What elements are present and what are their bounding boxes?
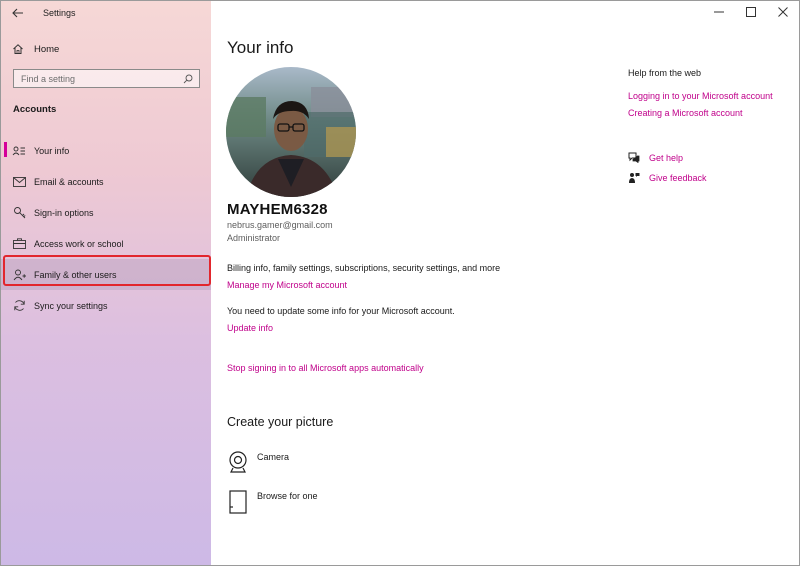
- sidebar: Settings Home Find a setting Accounts Yo…: [1, 1, 211, 565]
- help-panel: Help from the web Logging in to your Mic…: [628, 68, 798, 118]
- home-label: Home: [34, 43, 60, 55]
- sidebar-item-label: Access work or school: [34, 238, 124, 249]
- app-title: Settings: [43, 8, 76, 18]
- search-icon: [183, 74, 193, 84]
- camera-option[interactable]: Camera: [227, 451, 289, 475]
- update-info-link[interactable]: Update info: [227, 323, 273, 333]
- camera-icon: [227, 451, 249, 475]
- person-card-icon: [12, 144, 26, 158]
- sidebar-item-label: Email & accounts: [34, 176, 104, 187]
- sidebar-item-label: Family & other users: [34, 269, 117, 280]
- briefcase-icon: [12, 237, 26, 251]
- sidebar-item-label: Sync your settings: [34, 300, 108, 311]
- chat-help-icon: [628, 152, 640, 163]
- settings-window: Settings Home Find a setting Accounts Yo…: [0, 0, 800, 566]
- user-email: nebrus.gamer@gmail.com: [227, 220, 333, 230]
- page-title: Your info: [227, 38, 294, 57]
- create-picture-header: Create your picture: [227, 415, 334, 429]
- mail-icon: [12, 175, 26, 189]
- stop-signing-in-link[interactable]: Stop signing in to all Microsoft apps au…: [227, 363, 424, 373]
- sidebar-item-sync-settings[interactable]: Sync your settings: [1, 290, 211, 321]
- user-name: MAYHEM6328: [227, 201, 328, 218]
- sidebar-nav: Your info Email & accounts Sign-in optio…: [1, 135, 211, 321]
- help-link-creating-account[interactable]: Creating a Microsoft account: [628, 108, 798, 118]
- search-input[interactable]: Find a setting: [13, 69, 200, 88]
- get-help-link[interactable]: Get help: [628, 152, 683, 163]
- accounts-section-header: Accounts: [13, 104, 57, 115]
- give-feedback-link[interactable]: Give feedback: [628, 172, 707, 184]
- sidebar-item-family-other-users[interactable]: Family & other users: [1, 259, 211, 290]
- key-icon: [12, 206, 26, 220]
- manage-account-link[interactable]: Manage my Microsoft account: [227, 280, 347, 290]
- back-button[interactable]: [3, 1, 33, 25]
- home-nav[interactable]: Home: [11, 40, 59, 58]
- sync-icon: [12, 299, 26, 313]
- person-add-icon: [12, 268, 26, 282]
- search-placeholder: Find a setting: [21, 73, 76, 84]
- sidebar-item-sign-in-options[interactable]: Sign-in options: [1, 197, 211, 228]
- help-title: Help from the web: [628, 68, 702, 78]
- help-link-logging-in[interactable]: Logging in to your Microsoft account: [628, 91, 798, 101]
- sidebar-item-label: Your info: [34, 145, 70, 156]
- title-bar: Settings: [1, 1, 211, 25]
- sidebar-item-label: Sign-in options: [34, 207, 94, 218]
- update-info-text: You need to update some info for your Mi…: [227, 306, 455, 316]
- avatar: [226, 67, 356, 197]
- browse-option[interactable]: Browse for one: [227, 490, 318, 514]
- sidebar-item-your-info[interactable]: Your info: [1, 135, 211, 166]
- feedback-icon: [628, 172, 640, 184]
- user-role: Administrator: [227, 233, 281, 243]
- camera-label: Camera: [257, 452, 290, 462]
- sidebar-item-access-work-school[interactable]: Access work or school: [1, 228, 211, 259]
- home-icon: [11, 43, 25, 55]
- browse-file-icon: [227, 490, 249, 514]
- get-help-label: Get help: [649, 152, 684, 163]
- sidebar-item-email-accounts[interactable]: Email & accounts: [1, 166, 211, 197]
- billing-text: Billing info, family settings, subscript…: [227, 263, 501, 273]
- browse-label: Browse for one: [257, 491, 318, 501]
- main-content: Your info MAYHEM6328 nebrus.gamer@gmail.…: [211, 1, 799, 565]
- back-arrow-icon: [12, 6, 24, 21]
- give-feedback-label: Give feedback: [649, 173, 707, 183]
